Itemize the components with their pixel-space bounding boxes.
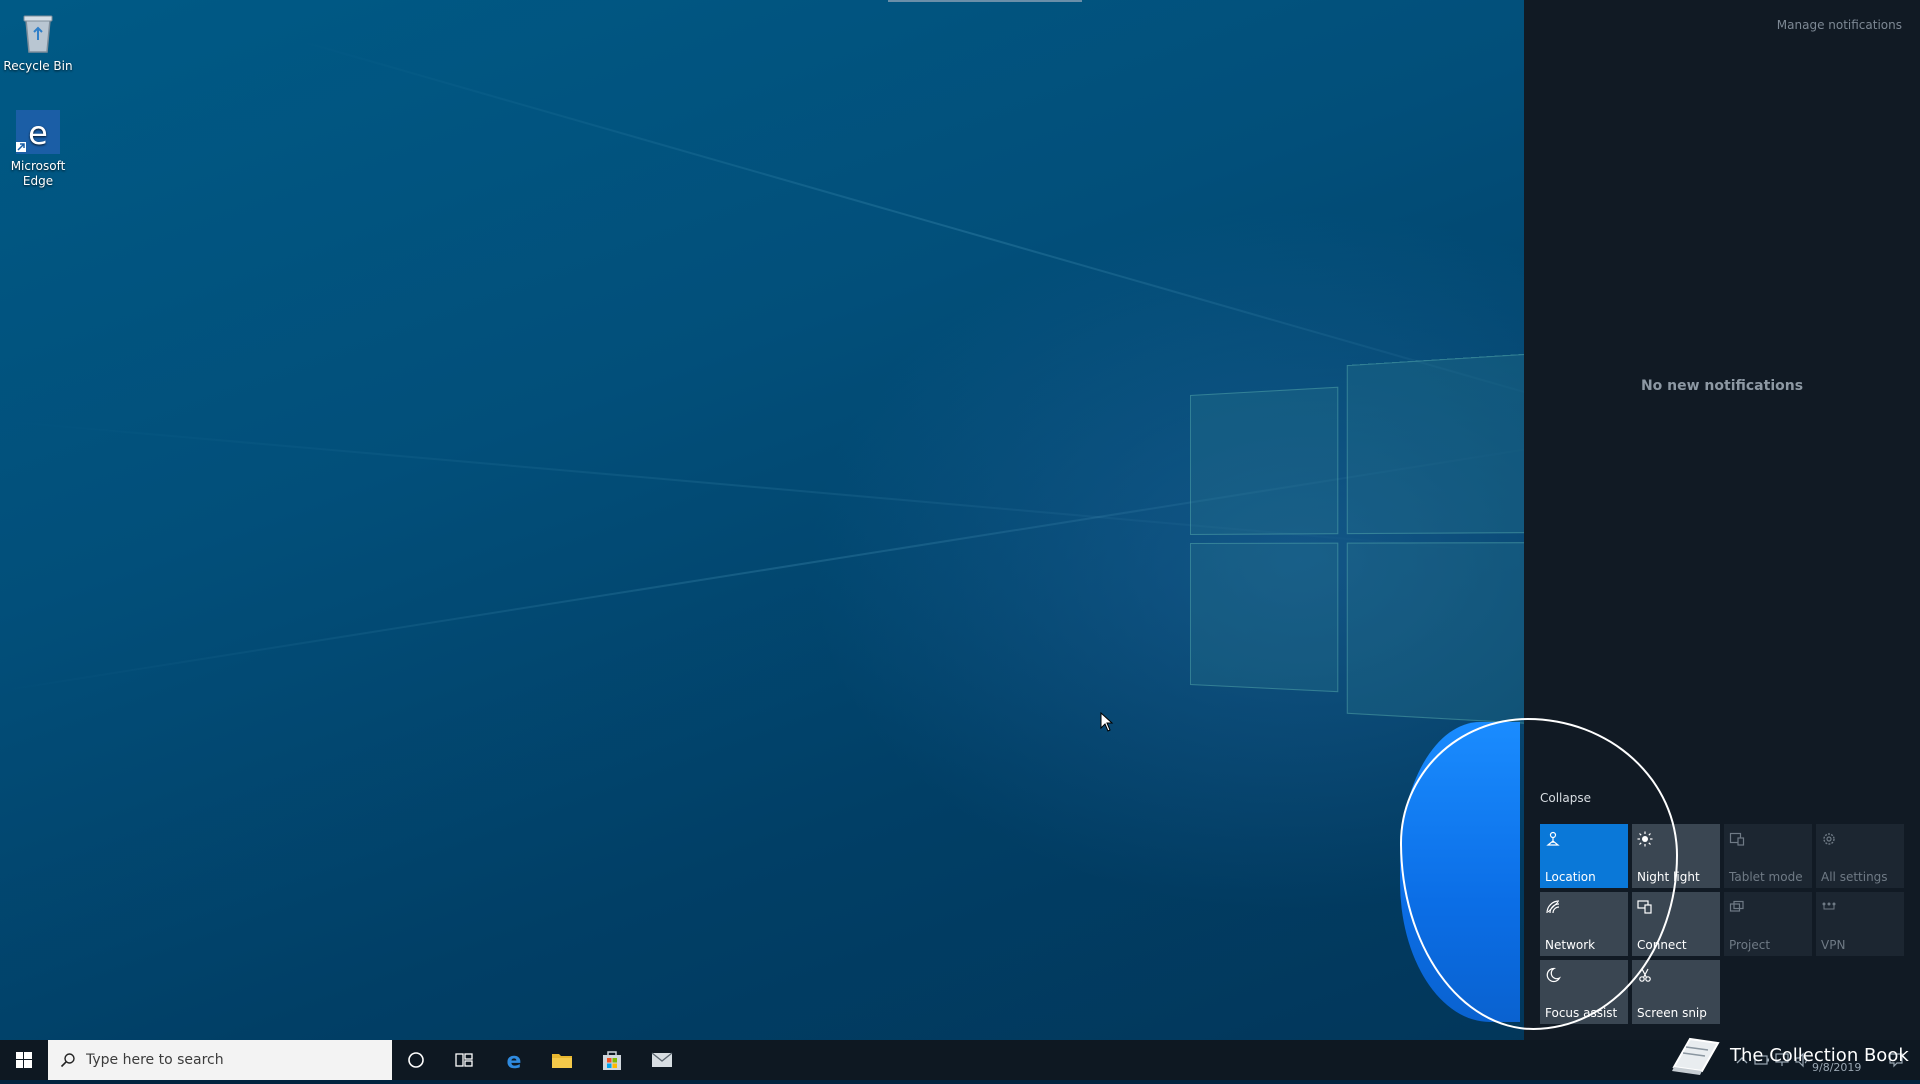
watermark-logo: The Collection Book	[1670, 1030, 1909, 1080]
tablet-mode-icon	[1729, 832, 1745, 846]
network-icon	[1546, 900, 1560, 914]
tile-label: Screen snip	[1637, 1006, 1707, 1020]
quick-action-screen-snip[interactable]: Screen snip	[1632, 960, 1720, 1024]
moon-icon	[1546, 967, 1561, 983]
folder-icon	[552, 1054, 572, 1068]
screen-snip-icon	[1639, 968, 1651, 982]
tile-label: Night light	[1637, 870, 1700, 884]
quick-action-tablet-mode[interactable]: Tablet mode	[1724, 824, 1812, 888]
desktop-icon-label: Microsoft Edge	[10, 159, 66, 188]
top-drag-marker	[888, 0, 1082, 2]
taskbar-file-explorer-button[interactable]	[538, 1040, 586, 1080]
taskbar: e	[0, 1040, 1920, 1080]
connect-icon	[1637, 900, 1652, 914]
collapse-quick-actions-button[interactable]: Collapse	[1540, 791, 1591, 805]
quick-action-connect[interactable]: Connect	[1632, 892, 1720, 956]
recycle-bin-icon	[14, 8, 62, 56]
taskbar-mail-button[interactable]	[638, 1040, 686, 1080]
quick-action-night-light[interactable]: Night light	[1632, 824, 1720, 888]
tile-label: Focus assist	[1545, 1006, 1618, 1020]
location-icon	[1546, 831, 1560, 846]
desktop-icon-recycle-bin[interactable]: Recycle Bin	[0, 8, 76, 74]
quick-action-project[interactable]: Project	[1724, 892, 1812, 956]
svg-text:e: e	[28, 114, 48, 152]
desktop-icon-microsoft-edge[interactable]: e Microsoft Edge	[0, 108, 76, 189]
action-center-panel: Manage notifications No new notification…	[1524, 0, 1920, 1040]
tile-label: VPN	[1821, 938, 1846, 952]
tile-label: All settings	[1821, 870, 1888, 884]
desktop-icon-label: Recycle Bin	[3, 59, 73, 73]
windows-start-icon	[16, 1052, 32, 1068]
quick-action-all-settings[interactable]: All settings	[1816, 824, 1904, 888]
tile-label: Connect	[1637, 938, 1687, 952]
tile-label: Location	[1545, 870, 1596, 884]
cortana-circle-icon	[408, 1052, 424, 1068]
quick-action-network[interactable]: Network	[1540, 892, 1628, 956]
vpn-icon	[1822, 902, 1836, 910]
cortana-button[interactable]	[392, 1040, 440, 1080]
svg-text:e: e	[507, 1049, 522, 1072]
tile-label: Tablet mode	[1729, 870, 1803, 884]
taskbar-search-box[interactable]	[48, 1040, 392, 1080]
task-view-icon	[455, 1053, 473, 1067]
mouse-cursor-icon	[1100, 712, 1114, 732]
edge-browser-icon: e	[14, 108, 62, 156]
task-view-button[interactable]	[440, 1040, 488, 1080]
taskbar-store-button[interactable]	[588, 1040, 636, 1080]
windows-logo-wallpaper	[1190, 351, 1557, 748]
manage-notifications-link[interactable]: Manage notifications	[1777, 18, 1902, 32]
tile-label: Project	[1729, 938, 1771, 952]
quick-action-location[interactable]: Location	[1540, 824, 1628, 888]
quick-action-vpn[interactable]: VPN	[1816, 892, 1904, 956]
start-button[interactable]	[0, 1040, 48, 1080]
mail-icon	[651, 1052, 673, 1067]
empty-notifications-message: No new notifications	[1640, 378, 1804, 394]
tile-label: Network	[1545, 938, 1596, 952]
gear-icon	[1823, 833, 1835, 845]
taskbar-edge-button[interactable]: e	[490, 1040, 538, 1080]
store-bag-icon	[603, 1051, 621, 1070]
taskbar-clock-date[interactable]: 9/8/2019	[1812, 1061, 1861, 1074]
project-icon	[1729, 900, 1744, 912]
book-icon	[1672, 1037, 1720, 1075]
search-input[interactable]	[86, 1052, 366, 1068]
search-icon	[60, 1053, 75, 1068]
edge-browser-icon: e	[507, 1049, 522, 1072]
quick-action-focus-assist[interactable]: Focus assist	[1540, 960, 1628, 1024]
brightness-icon	[1637, 831, 1653, 847]
quick-actions-grid: Location Night light Tablet mode All set…	[1540, 824, 1904, 1024]
